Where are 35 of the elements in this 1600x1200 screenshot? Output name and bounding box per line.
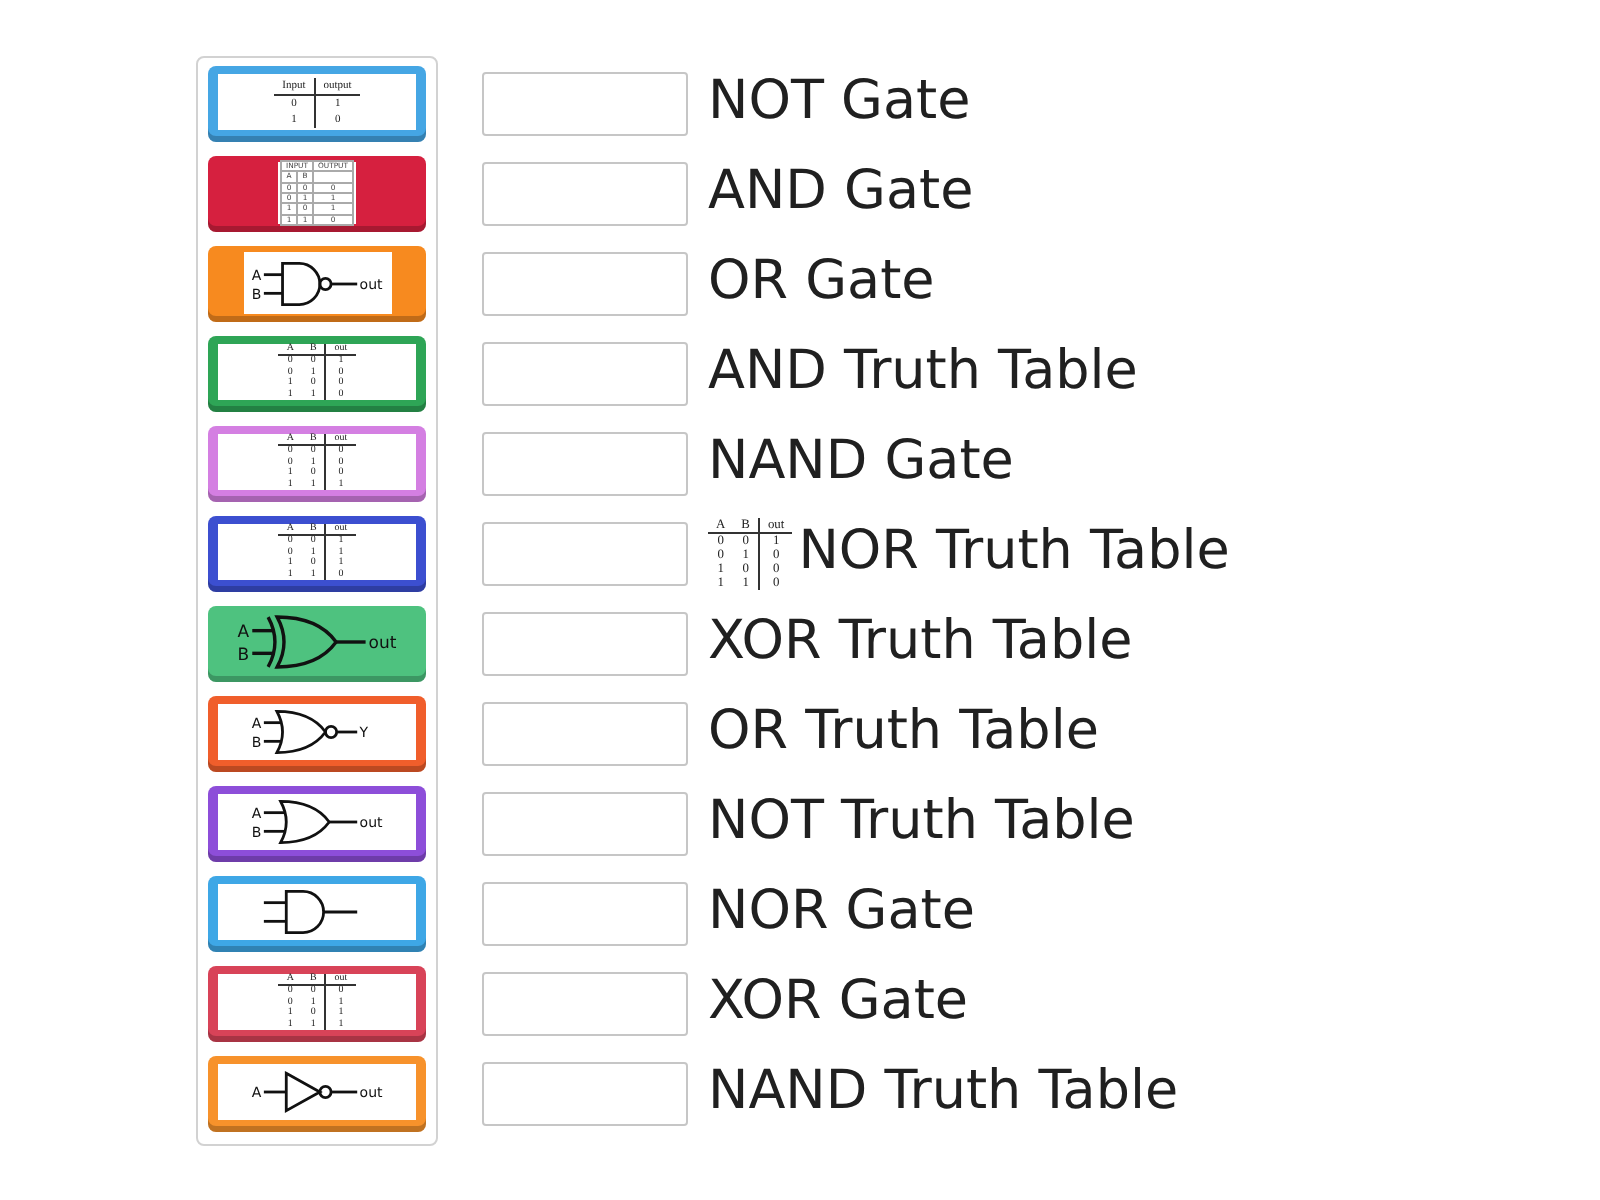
answer-box[interactable] [482,162,688,226]
match-tile[interactable]: A B out [208,606,426,682]
answer-box[interactable] [482,252,688,316]
match-label: NAND Gate [708,433,1014,495]
match-label: NOT Truth Table [708,793,1135,855]
match-label: XOR Gate [708,973,969,1035]
answer-box[interactable] [482,702,688,766]
answer-box[interactable] [482,522,688,586]
match-label: AND Truth Table [708,343,1138,405]
match-label: NOT Gate [708,73,971,135]
answer-box[interactable] [482,612,688,676]
match-label: AND Gate [708,163,974,225]
answer-box[interactable] [482,1062,688,1126]
xor-gate-symbol [251,615,365,669]
nand-gate-symbol [262,261,357,305]
answer-box[interactable] [482,342,688,406]
answer-box[interactable] [482,882,688,946]
and-gate-symbol [262,890,357,934]
match-label: OR Gate [708,253,935,315]
input-label: A [236,623,249,643]
answer-box[interactable] [482,72,688,136]
not-gate-symbol [262,1070,357,1114]
match-label: OR Truth Table [708,703,1099,765]
answer-box[interactable] [482,432,688,496]
match-label: NOR Truth Table [798,523,1230,585]
nor-gate-symbol [262,710,357,754]
answer-box[interactable] [482,972,688,1036]
input-label: B [236,645,249,666]
output-label: out [367,634,396,655]
match-label: NOR Gate [708,883,975,945]
match-label: NAND Truth Table [708,1063,1179,1125]
answer-box[interactable] [482,792,688,856]
match-tile[interactable] [208,876,426,952]
match-label: XOR Truth Table [708,613,1133,675]
or-gate-symbol [262,800,357,844]
